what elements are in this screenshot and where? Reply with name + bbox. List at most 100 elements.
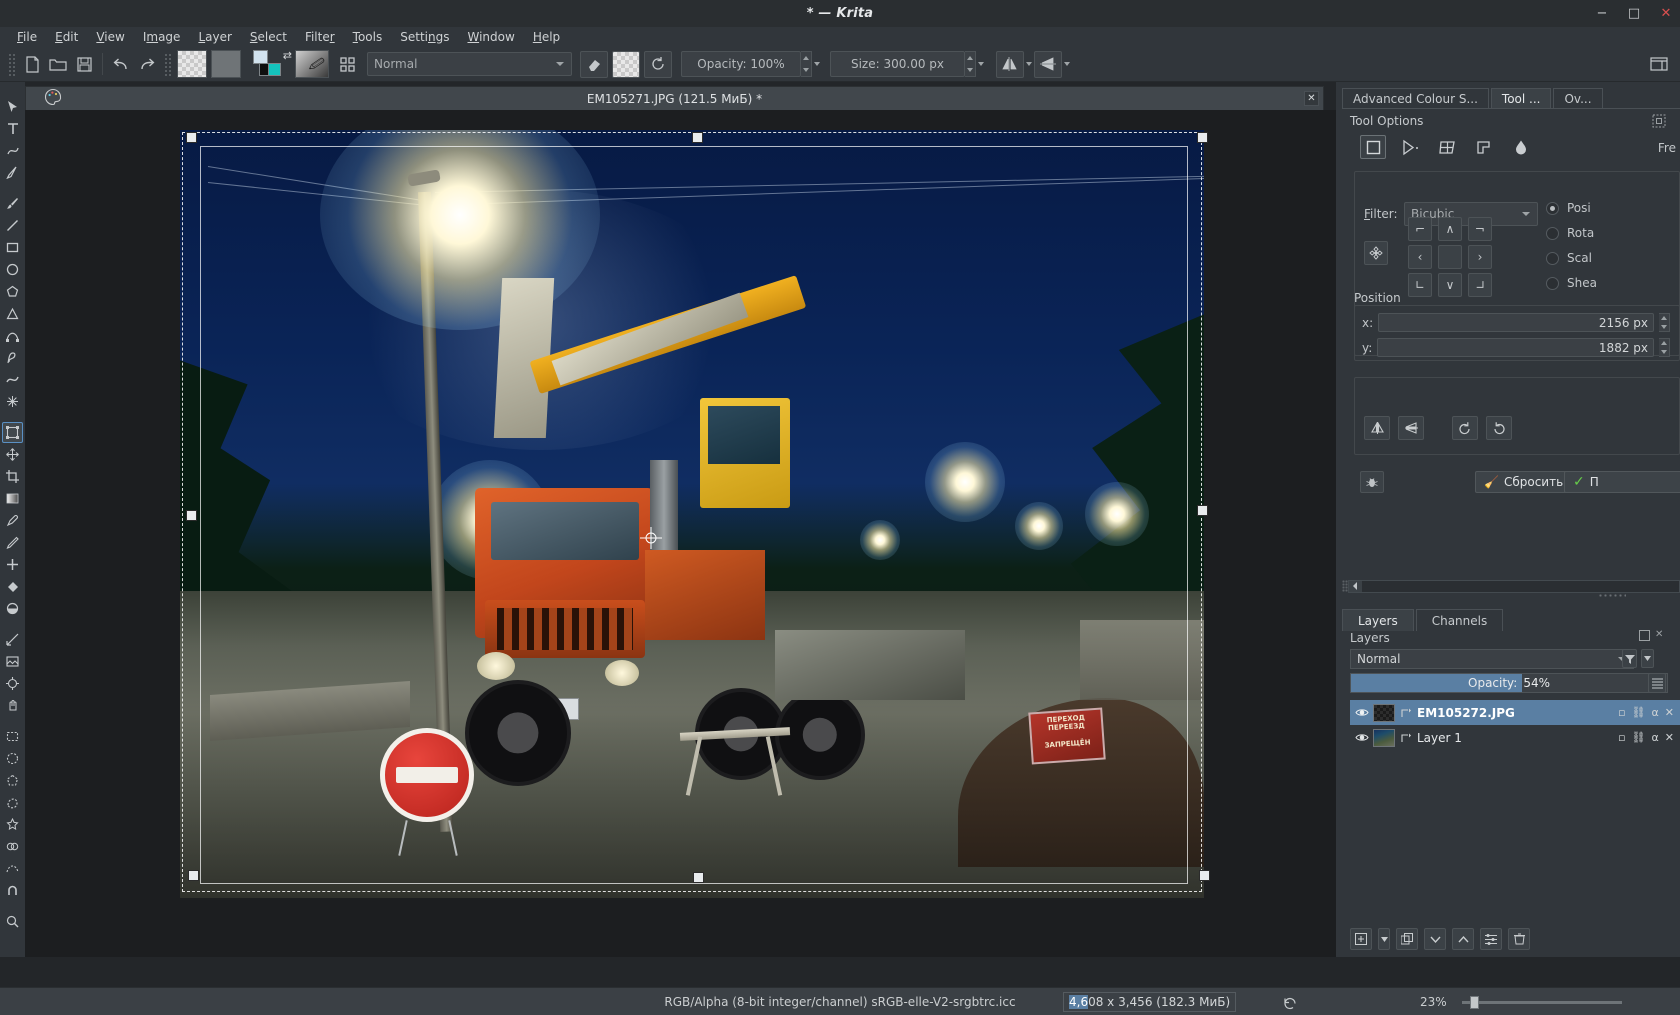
layer-visibility-icon[interactable] [1354, 705, 1369, 720]
document-tab[interactable]: EM105271.JPG (121.5 МиБ) * ✕ [25, 86, 1324, 110]
mirror-h-caret[interactable] [1024, 62, 1034, 66]
shear-radio-row[interactable]: Shea [1546, 276, 1597, 290]
tool-magnetic-select[interactable] [2, 880, 23, 901]
alpha-inherit-icon[interactable] [1399, 706, 1413, 720]
tool-fill[interactable] [2, 576, 23, 597]
new-document-icon[interactable] [19, 51, 45, 77]
opacity-stepper[interactable] [801, 51, 812, 77]
transform-handle-bottom-left[interactable] [188, 870, 199, 881]
move-layer-up-button[interactable] [1452, 928, 1474, 950]
tool-bezier-select[interactable] [2, 858, 23, 879]
tool-bezier-curve[interactable] [2, 325, 23, 346]
filter-layers-icon[interactable] [1622, 649, 1637, 668]
tool-transform[interactable] [2, 422, 23, 443]
layer-alpha-lock-icon[interactable]: ✕ [1665, 731, 1674, 744]
tool-zoom[interactable] [2, 911, 23, 932]
anchor-bottom-center-button[interactable]: ∨ [1438, 273, 1462, 297]
apply-button[interactable]: ✓ П [1564, 471, 1680, 493]
table-row[interactable]: EM105272.JPG ▫ ⛓ α ✕ [1350, 700, 1680, 725]
tool-freehand-brush[interactable] [2, 193, 23, 214]
tool-rectangular-select[interactable] [2, 726, 23, 747]
y-input[interactable]: 1882 px [1377, 338, 1654, 357]
position-radio[interactable] [1546, 201, 1559, 215]
layer-alpha-icon[interactable]: α [1652, 706, 1659, 719]
reset-button[interactable]: 🧹 Сбросить [1475, 471, 1573, 493]
menu-tools[interactable]: Tools [344, 27, 392, 47]
maximize-button[interactable]: □ [1626, 6, 1642, 22]
tab-overview[interactable]: Ov... [1553, 88, 1603, 108]
menu-view[interactable]: View [87, 27, 133, 47]
canvas-area[interactable]: 34ЕО43 ПЕРЕХОДПЕРЕЕЗД ЗАПРЕЩЁН [25, 110, 1336, 957]
minimize-button[interactable]: − [1594, 6, 1610, 22]
docker-handle-dots[interactable] [1598, 593, 1626, 599]
redo-icon[interactable] [134, 51, 160, 77]
layer-properties-button[interactable] [1480, 928, 1502, 950]
tool-smart-patch[interactable] [2, 554, 23, 575]
tool-freehand-select[interactable] [2, 792, 23, 813]
close-icon[interactable]: ✕ [1655, 630, 1666, 641]
warp-transform-mode-icon[interactable] [1434, 135, 1460, 159]
rotate-ccw-button[interactable] [1452, 416, 1478, 440]
perspective-transform-mode-icon[interactable] [1397, 135, 1423, 159]
zoom-slider[interactable] [1462, 1001, 1622, 1004]
tool-ellipse[interactable] [2, 259, 23, 280]
tool-rectangle[interactable] [2, 237, 23, 258]
brush-preset-preview[interactable]: 🖉 [295, 50, 329, 78]
liquify-transform-mode-icon[interactable] [1508, 135, 1534, 159]
tool-text[interactable] [2, 118, 23, 139]
layer-alpha-lock-icon[interactable]: ✕ [1665, 706, 1674, 719]
size-options-caret[interactable] [976, 62, 986, 66]
layer-name[interactable]: Layer 1 [1417, 731, 1614, 745]
rotate-cw-button[interactable] [1486, 416, 1512, 440]
mirror-vertical-icon[interactable] [1034, 50, 1062, 78]
position-radio-row[interactable]: Posi [1546, 201, 1591, 215]
preserve-alpha-icon[interactable] [612, 50, 640, 78]
tool-assistant[interactable] [2, 673, 23, 694]
free-transform-mode-icon[interactable] [1360, 135, 1386, 159]
menu-layer[interactable]: Layer [189, 27, 240, 47]
transform-handle-bottom-center[interactable] [693, 872, 704, 883]
size-stepper[interactable] [965, 51, 976, 77]
anchor-top-left-button[interactable]: ⌐ [1408, 217, 1432, 241]
open-folder-icon[interactable] [45, 51, 71, 77]
reload-preset-icon[interactable] [644, 50, 672, 78]
tool-multibrush[interactable] [2, 391, 23, 412]
layer-inherit-alpha-icon[interactable]: ⛓ [1632, 706, 1646, 719]
tool-polygon[interactable] [2, 281, 23, 302]
anchor-middle-left-button[interactable]: ‹ [1408, 245, 1432, 269]
add-layer-button[interactable] [1350, 928, 1372, 950]
float-docker-icon[interactable] [1639, 630, 1650, 641]
flip-vertical-button[interactable] [1398, 416, 1424, 440]
cage-transform-mode-icon[interactable] [1471, 135, 1497, 159]
scale-radio-row[interactable]: Scal [1546, 251, 1592, 265]
foreground-colour-swatch[interactable] [253, 50, 268, 64]
add-layer-dropdown[interactable] [1378, 928, 1390, 950]
anchor-bottom-right-button[interactable]: ∟ [1468, 273, 1492, 297]
menu-window[interactable]: Window [458, 27, 523, 47]
canvas-image[interactable]: 34ЕО43 ПЕРЕХОДПЕРЕЕЗД ЗАПРЕЩЁН [180, 130, 1204, 898]
transform-handle-top-right[interactable] [1197, 132, 1208, 143]
tool-similar-colour-select[interactable] [2, 836, 23, 857]
image-dimensions[interactable]: 4,6 08 x 3,456 (182.3 МиБ) [1063, 992, 1237, 1012]
transform-handle-bottom-right[interactable] [1199, 870, 1210, 881]
eraser-icon[interactable] [580, 50, 608, 78]
size-value[interactable]: Size: 300.00 px [830, 51, 965, 77]
transform-handle-top-center[interactable] [692, 132, 703, 143]
tool-contiguous-select[interactable] [2, 814, 23, 835]
transform-handle-top-left[interactable] [186, 132, 197, 143]
horizontal-scrollbar[interactable] [1348, 579, 1680, 593]
x-stepper[interactable] [1659, 313, 1670, 332]
x-input[interactable]: 2156 px [1378, 313, 1654, 332]
zoom-level[interactable]: 23% [1420, 988, 1447, 1015]
close-button[interactable]: ✕ [1658, 6, 1674, 22]
tool-move[interactable] [2, 444, 23, 465]
flip-horizontal-button[interactable] [1364, 416, 1390, 440]
menu-image[interactable]: Image [134, 27, 190, 47]
anchor-middle-right-button[interactable]: › [1468, 245, 1492, 269]
alpha-inherit-icon[interactable] [1399, 731, 1413, 745]
gradient-swatch[interactable] [211, 50, 241, 78]
scroll-left-button[interactable] [1349, 580, 1362, 592]
tool-gradient[interactable] [2, 488, 23, 509]
layer-inherit-alpha-icon[interactable]: ⛓ [1632, 731, 1646, 744]
anchor-bottom-left-button[interactable]: ∟ [1408, 273, 1432, 297]
